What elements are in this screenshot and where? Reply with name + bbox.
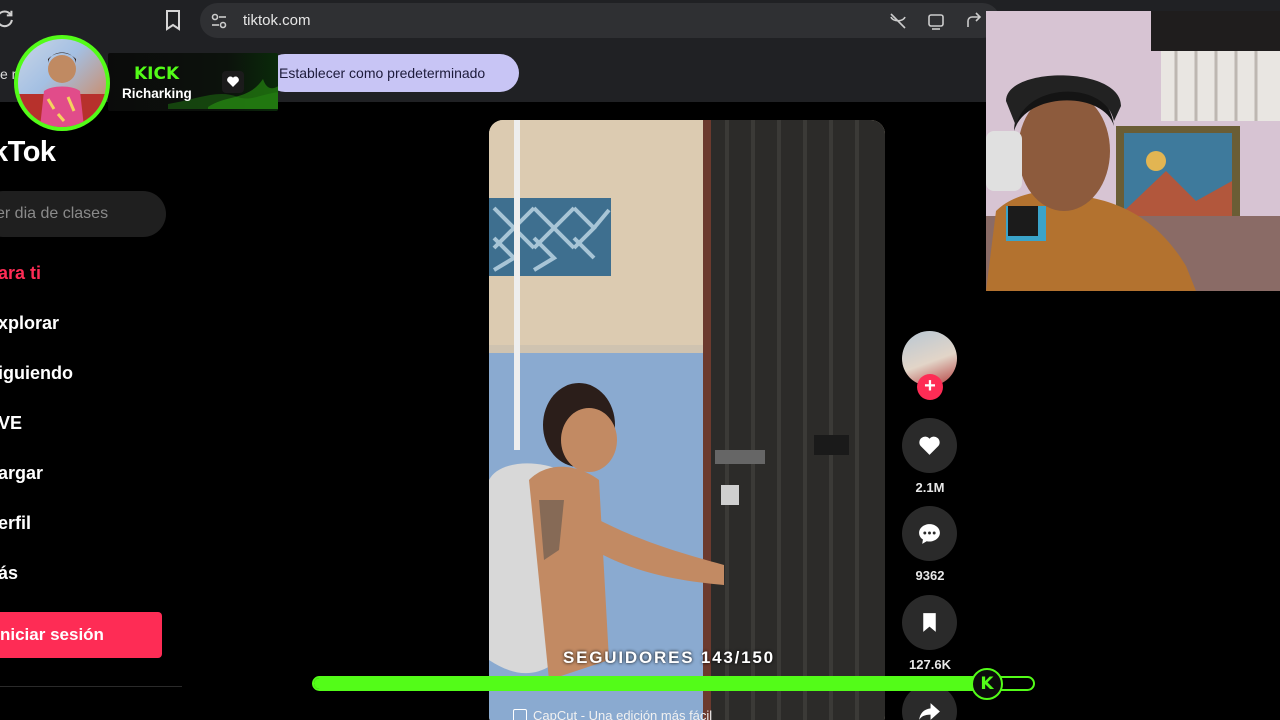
- kick-heart-button[interactable]: [222, 71, 244, 93]
- bookmark-icon[interactable]: [163, 9, 183, 31]
- cast-icon[interactable]: [926, 11, 946, 31]
- follow-button[interactable]: +: [917, 374, 943, 400]
- search-input[interactable]: er dia de clases: [0, 191, 166, 237]
- webcam-feed: [986, 11, 1280, 291]
- follower-goal-fill: [314, 678, 1000, 689]
- nav-profile[interactable]: erfil: [0, 513, 31, 534]
- comment-count: 9362: [915, 568, 945, 583]
- site-settings-icon[interactable]: [210, 12, 228, 30]
- nav-following[interactable]: iguiendo: [0, 363, 73, 384]
- share-icon[interactable]: [964, 11, 984, 31]
- nav-more[interactable]: ás: [0, 563, 18, 584]
- share-arrow-icon: [919, 703, 940, 720]
- video-frame-image: [489, 120, 885, 720]
- webcam-image: [986, 11, 1280, 291]
- login-button[interactable]: niciar sesión: [0, 612, 162, 658]
- follower-goal-label: SEGUIDORES 143/150: [563, 648, 775, 667]
- url-text[interactable]: tiktok.com: [243, 12, 311, 29]
- nav-upload[interactable]: argar: [0, 463, 43, 484]
- reload-icon[interactable]: [0, 8, 16, 30]
- streamer-username: Richarking: [122, 86, 192, 101]
- streamer-avatar: [14, 35, 110, 131]
- like-count: 2.1M: [915, 480, 945, 495]
- eye-off-icon[interactable]: [888, 11, 908, 31]
- like-button[interactable]: [902, 418, 957, 473]
- kick-k-icon: K: [971, 668, 1003, 700]
- watermark-text: CapCut - Una edición más fácil: [533, 708, 713, 720]
- nav-live[interactable]: VE: [0, 413, 22, 434]
- heart-icon: [227, 76, 239, 87]
- address-bar[interactable]: tiktok.com: [200, 3, 1000, 38]
- nav-for-you[interactable]: ara ti: [0, 263, 41, 284]
- save-button[interactable]: [902, 595, 957, 650]
- nav-explore[interactable]: xplorar: [0, 313, 59, 334]
- comment-button[interactable]: [902, 506, 957, 561]
- save-count: 127.6K: [909, 657, 951, 672]
- capcut-icon: [513, 708, 527, 720]
- video-player[interactable]: CapCut - Una edición más fácil: [489, 120, 885, 720]
- capcut-watermark: CapCut - Una edición más fácil: [513, 708, 712, 720]
- bookmark-icon: [923, 613, 936, 632]
- tiktok-logo[interactable]: kTok: [0, 136, 56, 169]
- search-placeholder: er dia de clases: [0, 205, 109, 222]
- kick-logo: KICK: [134, 64, 180, 84]
- set-default-browser-button[interactable]: Establecer como predeterminado: [266, 54, 519, 92]
- heart-icon: [919, 436, 940, 455]
- follower-goal-progress: [312, 676, 1035, 691]
- sidebar-divider: [0, 686, 182, 687]
- comment-icon: [919, 524, 940, 544]
- address-bar-actions: [888, 11, 984, 31]
